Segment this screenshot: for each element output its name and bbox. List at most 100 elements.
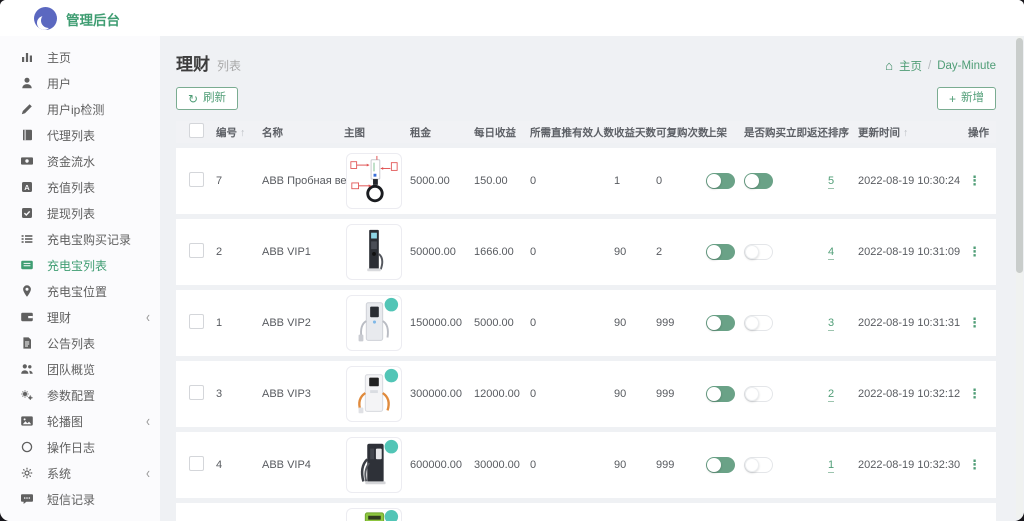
sort-value-link[interactable]: 1	[828, 459, 834, 473]
product-image[interactable]	[346, 366, 402, 422]
finance-table: 编号↑名称主图租金每日收益所需直推有效人数收益天数可复购次数上架是否购买立即返还…	[176, 121, 996, 521]
add-button[interactable]: + 新增	[937, 87, 996, 110]
sidebar-item[interactable]: 主页	[0, 44, 160, 70]
scrollbar-thumb[interactable]	[1016, 38, 1023, 273]
page-header: 理财列表 ⌂ 主页 / Day-Minute	[176, 50, 996, 74]
instant-return-toggle[interactable]	[744, 457, 773, 473]
row-checkbox[interactable]	[189, 243, 204, 258]
product-image[interactable]	[346, 508, 402, 521]
table-row: 7ABB Пробная версия5000.00150.0001052022…	[176, 148, 996, 214]
sidebar-item[interactable]: 充电宝位置	[0, 278, 160, 304]
toggle-knob	[707, 387, 721, 401]
sidebar-item-label: 团队概览	[47, 361, 95, 378]
row-checkbox[interactable]	[189, 456, 204, 471]
brand[interactable]: 管理后台	[34, 7, 120, 30]
sidebar-item[interactable]: 理财‹	[0, 304, 160, 330]
chart-bars-icon	[19, 50, 34, 65]
row-checkbox[interactable]	[189, 385, 204, 400]
sidebar-item-label: 参数配置	[47, 387, 95, 404]
sort-value-link[interactable]: 3	[828, 317, 834, 331]
row-rent: 50000.00	[410, 246, 474, 258]
main-content: 理财列表 ⌂ 主页 / Day-Minute ↻ 刷新 + 新增 编号↑名称主图…	[160, 36, 1024, 521]
sidebar-item[interactable]: 公告列表	[0, 330, 160, 356]
column-header: 收益天数	[614, 125, 656, 140]
chevron-left-icon: ‹	[146, 412, 150, 430]
sidebar-item[interactable]: 资金流水	[0, 148, 160, 174]
page-scrollbar[interactable]	[1016, 36, 1023, 519]
user-icon	[19, 76, 34, 91]
row-actions-button[interactable]: ⋮	[968, 457, 982, 472]
row-rent: 150000.00	[410, 317, 474, 329]
row-actions-button[interactable]: ⋮	[968, 244, 982, 259]
row-actions-cell: ⋮	[968, 315, 996, 331]
sort-value-link[interactable]: 4	[828, 246, 834, 260]
column-header: 所需直推有效人数	[530, 125, 614, 140]
sidebar-item[interactable]: 代理列表	[0, 122, 160, 148]
row-updated-at: 2022-08-19 10:31:31	[858, 317, 968, 329]
sidebar-item[interactable]: 充电宝购买记录	[0, 226, 160, 252]
listed-toggle[interactable]	[706, 315, 735, 331]
row-rebuy-count: 999	[656, 317, 706, 329]
product-image[interactable]	[346, 224, 402, 280]
instant-return-toggle[interactable]	[744, 386, 773, 402]
row-actions-cell: ⋮	[968, 173, 996, 189]
row-listed-cell	[706, 386, 744, 402]
instant-return-toggle[interactable]	[744, 244, 773, 260]
row-image-cell	[344, 153, 410, 209]
sidebar-item[interactable]: 参数配置	[0, 382, 160, 408]
sidebar-item[interactable]: A充值列表	[0, 174, 160, 200]
sidebar-item[interactable]: 短信记录	[0, 486, 160, 512]
sort-value-link[interactable]: 5	[828, 175, 834, 189]
row-id: 2	[216, 246, 262, 258]
sort-asc-icon[interactable]: ↑	[240, 127, 245, 139]
product-image[interactable]	[346, 437, 402, 493]
image-icon	[19, 414, 34, 429]
sidebar-item[interactable]: 系统‹	[0, 460, 160, 486]
sidebar-item[interactable]: 团队概览	[0, 356, 160, 382]
breadcrumb-current: Day-Minute	[937, 60, 996, 72]
row-income-days: 90	[614, 459, 656, 471]
row-checkbox[interactable]	[189, 314, 204, 329]
refresh-button[interactable]: ↻ 刷新	[176, 87, 238, 110]
listed-toggle[interactable]	[706, 244, 735, 260]
sort-value-link[interactable]: 2	[828, 388, 834, 402]
sidebar-item[interactable]: 轮播图‹	[0, 408, 160, 434]
sort-asc-icon[interactable]: ↑	[903, 127, 908, 139]
row-instant-return-cell	[744, 173, 828, 189]
row-daily-income: 1666.00	[474, 246, 530, 258]
row-image-cell	[344, 437, 410, 493]
row-actions-button[interactable]: ⋮	[968, 173, 982, 188]
row-rebuy-count: 2	[656, 246, 706, 258]
brand-title: 管理后台	[66, 9, 120, 29]
sidebar-item[interactable]: 用户ip检测	[0, 96, 160, 122]
table-row: 8ABB VIP51200000.0080000.000909990✎2022-…	[176, 503, 996, 521]
listed-toggle[interactable]	[706, 173, 735, 189]
sidebar-item[interactable]: 操作日志	[0, 434, 160, 460]
home-icon: ⌂	[885, 59, 893, 72]
sidebar-item[interactable]: 用户	[0, 70, 160, 96]
sidebar-item[interactable]: 充电宝列表	[0, 252, 160, 278]
chevron-left-icon: ‹	[146, 464, 150, 482]
row-name: ABB VIP3	[262, 388, 344, 400]
instant-return-toggle[interactable]	[744, 315, 773, 331]
listed-toggle[interactable]	[706, 457, 735, 473]
sidebar-item-label: 充电宝列表	[47, 257, 107, 274]
column-header: 可复购次数	[656, 125, 706, 140]
row-daily-income: 150.00	[474, 175, 530, 187]
add-label: 新增	[961, 93, 984, 105]
row-checkbox[interactable]	[189, 172, 204, 187]
circle-icon	[19, 440, 34, 455]
sidebar-item-label: 代理列表	[47, 127, 95, 144]
select-all-checkbox[interactable]	[189, 123, 204, 138]
header-checkbox-cell	[176, 123, 216, 141]
row-actions-button[interactable]: ⋮	[968, 386, 982, 401]
product-image[interactable]	[346, 295, 402, 351]
refresh-label: 刷新	[203, 93, 226, 105]
listed-toggle[interactable]	[706, 386, 735, 402]
instant-return-toggle[interactable]	[744, 173, 773, 189]
row-actions-button[interactable]: ⋮	[968, 315, 982, 330]
sidebar-item[interactable]: 提现列表	[0, 200, 160, 226]
product-image[interactable]	[346, 153, 402, 209]
breadcrumb-home-link[interactable]: 主页	[899, 58, 922, 74]
gear-icon	[19, 466, 34, 481]
